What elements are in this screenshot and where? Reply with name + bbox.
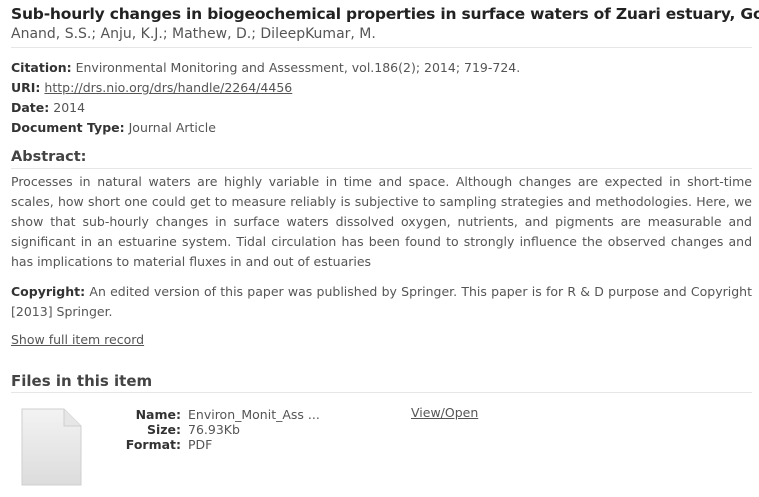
file-format-label: Format: — [125, 437, 181, 452]
item-title: Sub-hourly changes in biogeochemical pro… — [11, 5, 759, 23]
citation-label: Citation: — [11, 60, 72, 75]
abstract-heading: Abstract: — [11, 149, 87, 165]
item-authors: Anand, S.S.; Anju, K.J.; Mathew, D.; Dil… — [11, 26, 376, 42]
divider — [11, 392, 752, 393]
uri-label: URI: — [11, 80, 41, 95]
date-value: 2014 — [53, 100, 86, 115]
copyright-label: Copyright: — [11, 284, 86, 299]
file-name-value: Environ_Monit_Ass ... — [188, 407, 320, 422]
citation-value: Environmental Monitoring and Assessment,… — [75, 60, 521, 75]
copyright-block: Copyright: An edited version of this pap… — [11, 282, 752, 322]
divider — [11, 168, 752, 169]
files-heading: Files in this item — [11, 372, 153, 390]
date-row: Date: 2014 — [11, 100, 85, 115]
view-open-link[interactable]: View/Open — [411, 405, 478, 420]
file-format-value: PDF — [188, 437, 213, 452]
divider — [11, 47, 752, 48]
document-type-label: Document Type: — [11, 120, 125, 135]
document-type-value: Journal Article — [128, 120, 216, 135]
copyright-text: An edited version of this paper was publ… — [11, 284, 752, 319]
date-label: Date: — [11, 100, 50, 115]
citation-row: Citation: Environmental Monitoring and A… — [11, 60, 520, 75]
abstract-text: Processes in natural waters are highly v… — [11, 174, 752, 269]
generic-file-icon[interactable] — [20, 408, 82, 486]
file-name-label: Name: — [135, 407, 181, 422]
file-size-value: 76.93Kb — [188, 422, 240, 437]
document-type-row: Document Type: Journal Article — [11, 120, 216, 135]
uri-link[interactable]: http://drs.nio.org/drs/handle/2264/4456 — [44, 80, 292, 95]
file-size-label: Size: — [146, 422, 181, 437]
item-page: Sub-hourly changes in biogeochemical pro… — [0, 0, 759, 497]
uri-row: URI: http://drs.nio.org/drs/handle/2264/… — [11, 80, 292, 95]
show-full-record-link[interactable]: Show full item record — [11, 332, 144, 347]
